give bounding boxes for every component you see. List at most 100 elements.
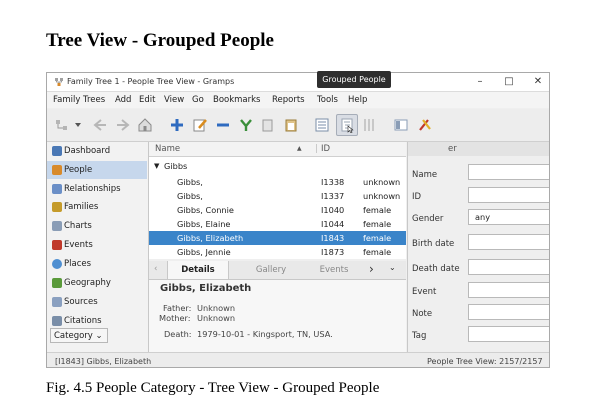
merge-icon[interactable]	[237, 116, 255, 134]
menu-bar: Family Trees Add Edit View Go Bookmarks …	[47, 92, 549, 108]
cell-id: I1044	[321, 219, 345, 229]
sidebar-item-charts[interactable]: Charts	[47, 217, 147, 235]
sidebar-item-label: Relationships	[64, 184, 121, 194]
forward-arrow-icon[interactable]	[114, 116, 132, 134]
cell-id: I1873	[321, 247, 345, 257]
events-icon	[52, 240, 62, 250]
copy-icon[interactable]	[259, 116, 277, 134]
cell-name: Gibbs,	[177, 191, 203, 201]
filter-note-label: Note	[412, 309, 433, 319]
menu-add[interactable]: Add	[115, 95, 131, 105]
table-row[interactable]: Gibbs, Jennie I1873 female	[149, 245, 406, 259]
column-view-icon[interactable]	[360, 116, 378, 134]
group-row[interactable]: ▼ Gibbs	[149, 159, 406, 173]
menu-reports[interactable]: Reports	[272, 95, 305, 105]
filter-id-label: ID	[412, 192, 422, 202]
citations-icon	[52, 316, 62, 326]
sidebar-item-label: Events	[64, 240, 93, 250]
charts-icon	[52, 221, 62, 231]
table-row[interactable]: Gibbs, I1337 unknown	[149, 189, 406, 203]
home-icon[interactable]	[136, 116, 154, 134]
minimize-button[interactable]: –	[473, 75, 487, 89]
sidebar-item-geography[interactable]: Geography	[47, 274, 147, 292]
table-row[interactable]: Gibbs, Elaine I1044 female	[149, 217, 406, 231]
window-title: Family Tree 1 - People Tree View - Gramp…	[67, 77, 235, 86]
bottom-tabs: ‹ Details Gallery Events › ⌄	[149, 261, 406, 280]
cell-gender: female	[363, 247, 392, 257]
grouped-view-icon[interactable]	[336, 114, 358, 136]
menu-view[interactable]: View	[164, 95, 184, 105]
table-row-selected[interactable]: Gibbs, Elizabeth I1843 female	[149, 231, 406, 245]
chevron-down-icon: ⌄	[95, 331, 103, 341]
menu-edit[interactable]: Edit	[139, 95, 155, 105]
filter-event-input[interactable]	[468, 282, 549, 298]
sidebar-item-people[interactable]: People	[47, 161, 147, 179]
paste-icon[interactable]	[282, 116, 300, 134]
tab-scroll-left-icon[interactable]: ‹	[154, 264, 157, 274]
death-label: Death:	[164, 329, 192, 339]
column-header-id[interactable]: ID	[321, 144, 330, 154]
tooltip: Grouped People	[317, 71, 391, 88]
menu-bookmarks[interactable]: Bookmarks	[213, 95, 261, 105]
filter-gender-select[interactable]: any	[468, 209, 549, 225]
cell-gender: unknown	[363, 191, 401, 201]
filter-death-date-input[interactable]	[468, 259, 549, 275]
tab-scroll-right-icon[interactable]: ›	[369, 262, 374, 276]
tree-header: Name ▲ | ID	[149, 142, 406, 157]
father-label: Father:	[163, 303, 192, 313]
sidebar-item-label: Sources	[64, 297, 98, 307]
category-label: Category	[54, 331, 93, 341]
navigator-sidebar: Dashboard People Relationships Families …	[47, 142, 149, 352]
column-header-name[interactable]: Name	[155, 144, 180, 154]
page-heading: Tree View - Grouped People	[46, 30, 274, 51]
cell-id: I1337	[321, 191, 345, 201]
filter-note-input[interactable]	[468, 304, 549, 320]
status-view-count: People Tree View: 2157/2157	[427, 357, 543, 366]
filter-name-label: Name	[412, 170, 438, 180]
menu-go[interactable]: Go	[192, 95, 204, 105]
details-person-name: Gibbs, Elizabeth	[160, 283, 252, 294]
tab-gallery[interactable]: Gallery	[241, 261, 301, 279]
sidebar-item-places[interactable]: Places	[47, 255, 147, 273]
menu-family-trees[interactable]: Family Trees	[53, 95, 105, 105]
add-icon[interactable]	[168, 116, 186, 134]
cell-gender: female	[363, 205, 392, 215]
table-row[interactable]: Gibbs, Connie I1040 female	[149, 203, 406, 217]
people-tree: Name ▲ | ID ▼ Gibbs Gibbs, I1338 unknown…	[149, 142, 406, 259]
remove-icon[interactable]	[214, 116, 232, 134]
filter-name-input[interactable]	[468, 164, 549, 180]
edit-icon[interactable]	[191, 116, 209, 134]
close-button[interactable]: ✕	[531, 75, 545, 89]
dashboard-icon	[52, 146, 62, 156]
tab-details[interactable]: Details	[167, 261, 229, 279]
table-row[interactable]: Gibbs, I1338 unknown	[149, 175, 406, 189]
sidebar-item-label: Dashboard	[64, 146, 111, 156]
menu-help[interactable]: Help	[348, 95, 367, 105]
filter-birth-date-label: Birth date	[412, 239, 455, 249]
sidebar-item-events[interactable]: Events	[47, 236, 147, 254]
sidebar-item-relationships[interactable]: Relationships	[47, 180, 147, 198]
details-panel: Gibbs, Elizabeth Father: Unknown Mother:…	[149, 280, 406, 352]
figure-caption: Fig. 4.5 People Category - Tree View - G…	[46, 380, 380, 396]
tab-events[interactable]: Events	[307, 261, 361, 279]
cell-gender: female	[363, 219, 392, 229]
filter-tag-select[interactable]	[468, 326, 549, 342]
configure-view-icon[interactable]	[416, 116, 434, 134]
sidebar-toggle-icon[interactable]	[392, 116, 410, 134]
back-arrow-icon[interactable]	[91, 116, 109, 134]
sidebar-item-sources[interactable]: Sources	[47, 293, 147, 311]
filter-tag-label: Tag	[412, 331, 427, 341]
sidebar-item-dashboard[interactable]: Dashboard	[47, 142, 147, 160]
tree-arrow-icon[interactable]	[53, 116, 71, 134]
filter-birth-date-input[interactable]	[468, 234, 549, 250]
filter-id-input[interactable]	[468, 187, 549, 203]
sidebar-item-label: Charts	[64, 221, 92, 231]
category-button[interactable]: Category ⌄	[50, 328, 108, 343]
flat-view-icon[interactable]	[313, 116, 331, 134]
geography-icon	[52, 278, 62, 288]
maximize-button[interactable]: □	[502, 75, 516, 89]
sidebar-item-families[interactable]: Families	[47, 198, 147, 216]
dropdown-arrow-icon[interactable]	[73, 116, 83, 134]
menu-tools[interactable]: Tools	[317, 95, 338, 105]
tab-menu-chevron-icon[interactable]: ⌄	[389, 263, 396, 272]
